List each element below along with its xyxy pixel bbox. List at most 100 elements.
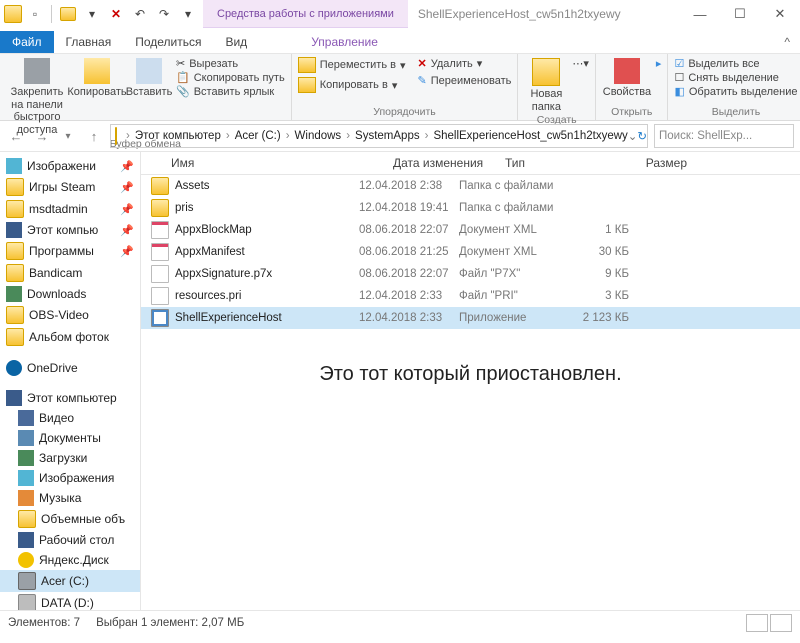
tab-share[interactable]: Поделиться: [123, 31, 213, 53]
copy-to-button[interactable]: Копировать в▾: [298, 77, 406, 93]
tree-item[interactable]: Объемные объ: [0, 508, 140, 530]
status-bar: Элементов: 7 Выбран 1 элемент: 2,07 МБ: [0, 610, 800, 634]
file-icon: [151, 309, 169, 327]
breadcrumb[interactable]: › Этот компьютер›Acer (C:)›Windows›Syste…: [110, 124, 648, 148]
column-headers[interactable]: Имя Дата изменения Тип Размер: [141, 152, 800, 175]
search-input[interactable]: Поиск: ShellExp...: [654, 124, 794, 148]
tree-icon: [18, 430, 34, 446]
tab-file[interactable]: Файл: [0, 31, 54, 53]
tree-item[interactable]: Рабочий стол: [0, 530, 140, 550]
crumb[interactable]: Windows: [295, 130, 342, 142]
col-size[interactable]: Размер: [611, 152, 693, 174]
crumb[interactable]: Acer (C:): [235, 130, 281, 142]
paste-button[interactable]: Вставить: [126, 56, 172, 99]
tree-item[interactable]: OneDrive: [0, 358, 140, 378]
tree-item[interactable]: Изображени📌: [0, 156, 140, 176]
window-controls: — ☐ ✕: [680, 0, 800, 28]
properties-button[interactable]: Свойства: [602, 56, 652, 99]
tree-item[interactable]: Downloads: [0, 284, 140, 304]
tree-item[interactable]: Альбом фоток: [0, 326, 140, 348]
tree-icon: [18, 490, 34, 506]
address-bar: ← → ▾ ↑ › Этот компьютер›Acer (C:)›Windo…: [0, 121, 800, 152]
file-row[interactable]: ShellExperienceHost12.04.2018 2:33Прилож…: [141, 307, 800, 329]
group-organize: Переместить в▾ Копировать в▾ ✕Удалить▾ ✎…: [292, 54, 519, 120]
tree-item[interactable]: Документы: [0, 428, 140, 448]
tree-item[interactable]: msdtadmin📌: [0, 198, 140, 220]
tree-item[interactable]: DATA (D:): [0, 592, 140, 610]
copy-path-button[interactable]: 📋Скопировать путь: [176, 71, 285, 84]
qat-delete[interactable]: ✕: [105, 3, 127, 25]
qat-more[interactable]: ▾: [177, 3, 199, 25]
tree-icon: [18, 552, 34, 568]
file-row[interactable]: AppxBlockMap08.06.2018 22:07Документ XML…: [141, 219, 800, 241]
maximize-button[interactable]: ☐: [720, 0, 760, 28]
context-tab-label: Средства работы с приложениями: [203, 0, 408, 28]
navigation-tree[interactable]: Изображени📌Игры Steam📌msdtadmin📌Этот ком…: [0, 152, 141, 610]
tree-item[interactable]: Игры Steam📌: [0, 176, 140, 198]
crumb[interactable]: Этот компьютер: [135, 130, 221, 142]
minimize-button[interactable]: —: [680, 0, 720, 28]
tree-item[interactable]: Изображения: [0, 468, 140, 488]
file-row[interactable]: AppxSignature.p7x08.06.2018 22:07Файл "P…: [141, 263, 800, 285]
tree-icon: [18, 470, 34, 486]
tree-item[interactable]: Загрузки: [0, 448, 140, 468]
cut-button[interactable]: ✂Вырезать: [176, 57, 285, 70]
col-type[interactable]: Тип: [499, 152, 611, 174]
open-button[interactable]: ▸: [656, 57, 662, 70]
file-row[interactable]: pris12.04.2018 19:41Папка с файлами: [141, 197, 800, 219]
delete-button[interactable]: ✕Удалить▾: [418, 57, 512, 70]
tree-icon: [6, 286, 22, 302]
copy-button[interactable]: Копировать: [72, 56, 122, 99]
rename-button[interactable]: ✎Переименовать: [418, 74, 512, 87]
tree-icon: [6, 360, 22, 376]
tree-icon: [6, 222, 22, 238]
group-select: ☑Выделить все ☐Снять выделение ◧Обратить…: [668, 54, 800, 120]
tree-item[interactable]: Этот компью📌: [0, 220, 140, 240]
file-icon: [151, 177, 169, 195]
tree-item[interactable]: Музыка: [0, 488, 140, 508]
pin-icon: 📌: [120, 203, 134, 216]
select-all-button[interactable]: ☑Выделить все: [674, 57, 797, 70]
invert-selection-button[interactable]: ◧Обратить выделение: [674, 85, 797, 98]
tree-item[interactable]: Acer (C:): [0, 570, 140, 592]
qat-undo[interactable]: ↶: [129, 3, 151, 25]
select-none-button[interactable]: ☐Снять выделение: [674, 71, 797, 84]
tree-item[interactable]: OBS-Video: [0, 304, 140, 326]
nav-recent[interactable]: ▾: [58, 126, 78, 146]
nav-up[interactable]: ↑: [84, 126, 104, 146]
tree-item[interactable]: Программы📌: [0, 240, 140, 262]
tab-home[interactable]: Главная: [54, 31, 124, 53]
tree-item[interactable]: Яндекс.Диск: [0, 550, 140, 570]
file-row[interactable]: resources.pri12.04.2018 2:33Файл "PRI"3 …: [141, 285, 800, 307]
new-item-button[interactable]: ⋯▾: [572, 57, 589, 70]
qat-redo[interactable]: ↷: [153, 3, 175, 25]
col-name[interactable]: Имя: [141, 152, 387, 174]
close-button[interactable]: ✕: [760, 0, 800, 28]
pin-icon: 📌: [120, 245, 134, 258]
qat-dropdown[interactable]: ▾: [81, 3, 103, 25]
new-folder-button[interactable]: Новая папка: [524, 56, 568, 113]
app-icon: [4, 5, 22, 23]
tree-item[interactable]: Этот компьютер: [0, 388, 140, 408]
move-to-button[interactable]: Переместить в▾: [298, 57, 406, 73]
tree-item[interactable]: Bandicam: [0, 262, 140, 284]
pin-quick-access[interactable]: Закрепить на панели быстрого доступа: [6, 56, 68, 137]
nav-back[interactable]: ←: [6, 126, 26, 146]
tab-view[interactable]: Вид: [213, 31, 259, 53]
col-date[interactable]: Дата изменения: [387, 152, 499, 174]
ribbon-collapse[interactable]: ^: [774, 31, 800, 53]
qat-properties[interactable]: ▫: [24, 3, 46, 25]
crumb[interactable]: SystemApps: [355, 130, 420, 142]
view-large[interactable]: [770, 614, 792, 632]
tree-item[interactable]: Видео: [0, 408, 140, 428]
nav-forward[interactable]: →: [32, 126, 52, 146]
crumb[interactable]: ShellExperienceHost_cw5n1h2txyewy: [433, 130, 627, 142]
view-details[interactable]: [746, 614, 768, 632]
paste-shortcut-button[interactable]: 📎Вставить ярлык: [176, 85, 285, 98]
qat-new-folder[interactable]: [57, 3, 79, 25]
refresh-button[interactable]: ↻: [637, 129, 647, 143]
file-row[interactable]: Assets12.04.2018 2:38Папка с файлами: [141, 175, 800, 197]
file-row[interactable]: AppxManifest08.06.2018 21:25Документ XML…: [141, 241, 800, 263]
pin-icon: 📌: [120, 181, 134, 194]
tab-manage[interactable]: Управление: [299, 31, 390, 53]
